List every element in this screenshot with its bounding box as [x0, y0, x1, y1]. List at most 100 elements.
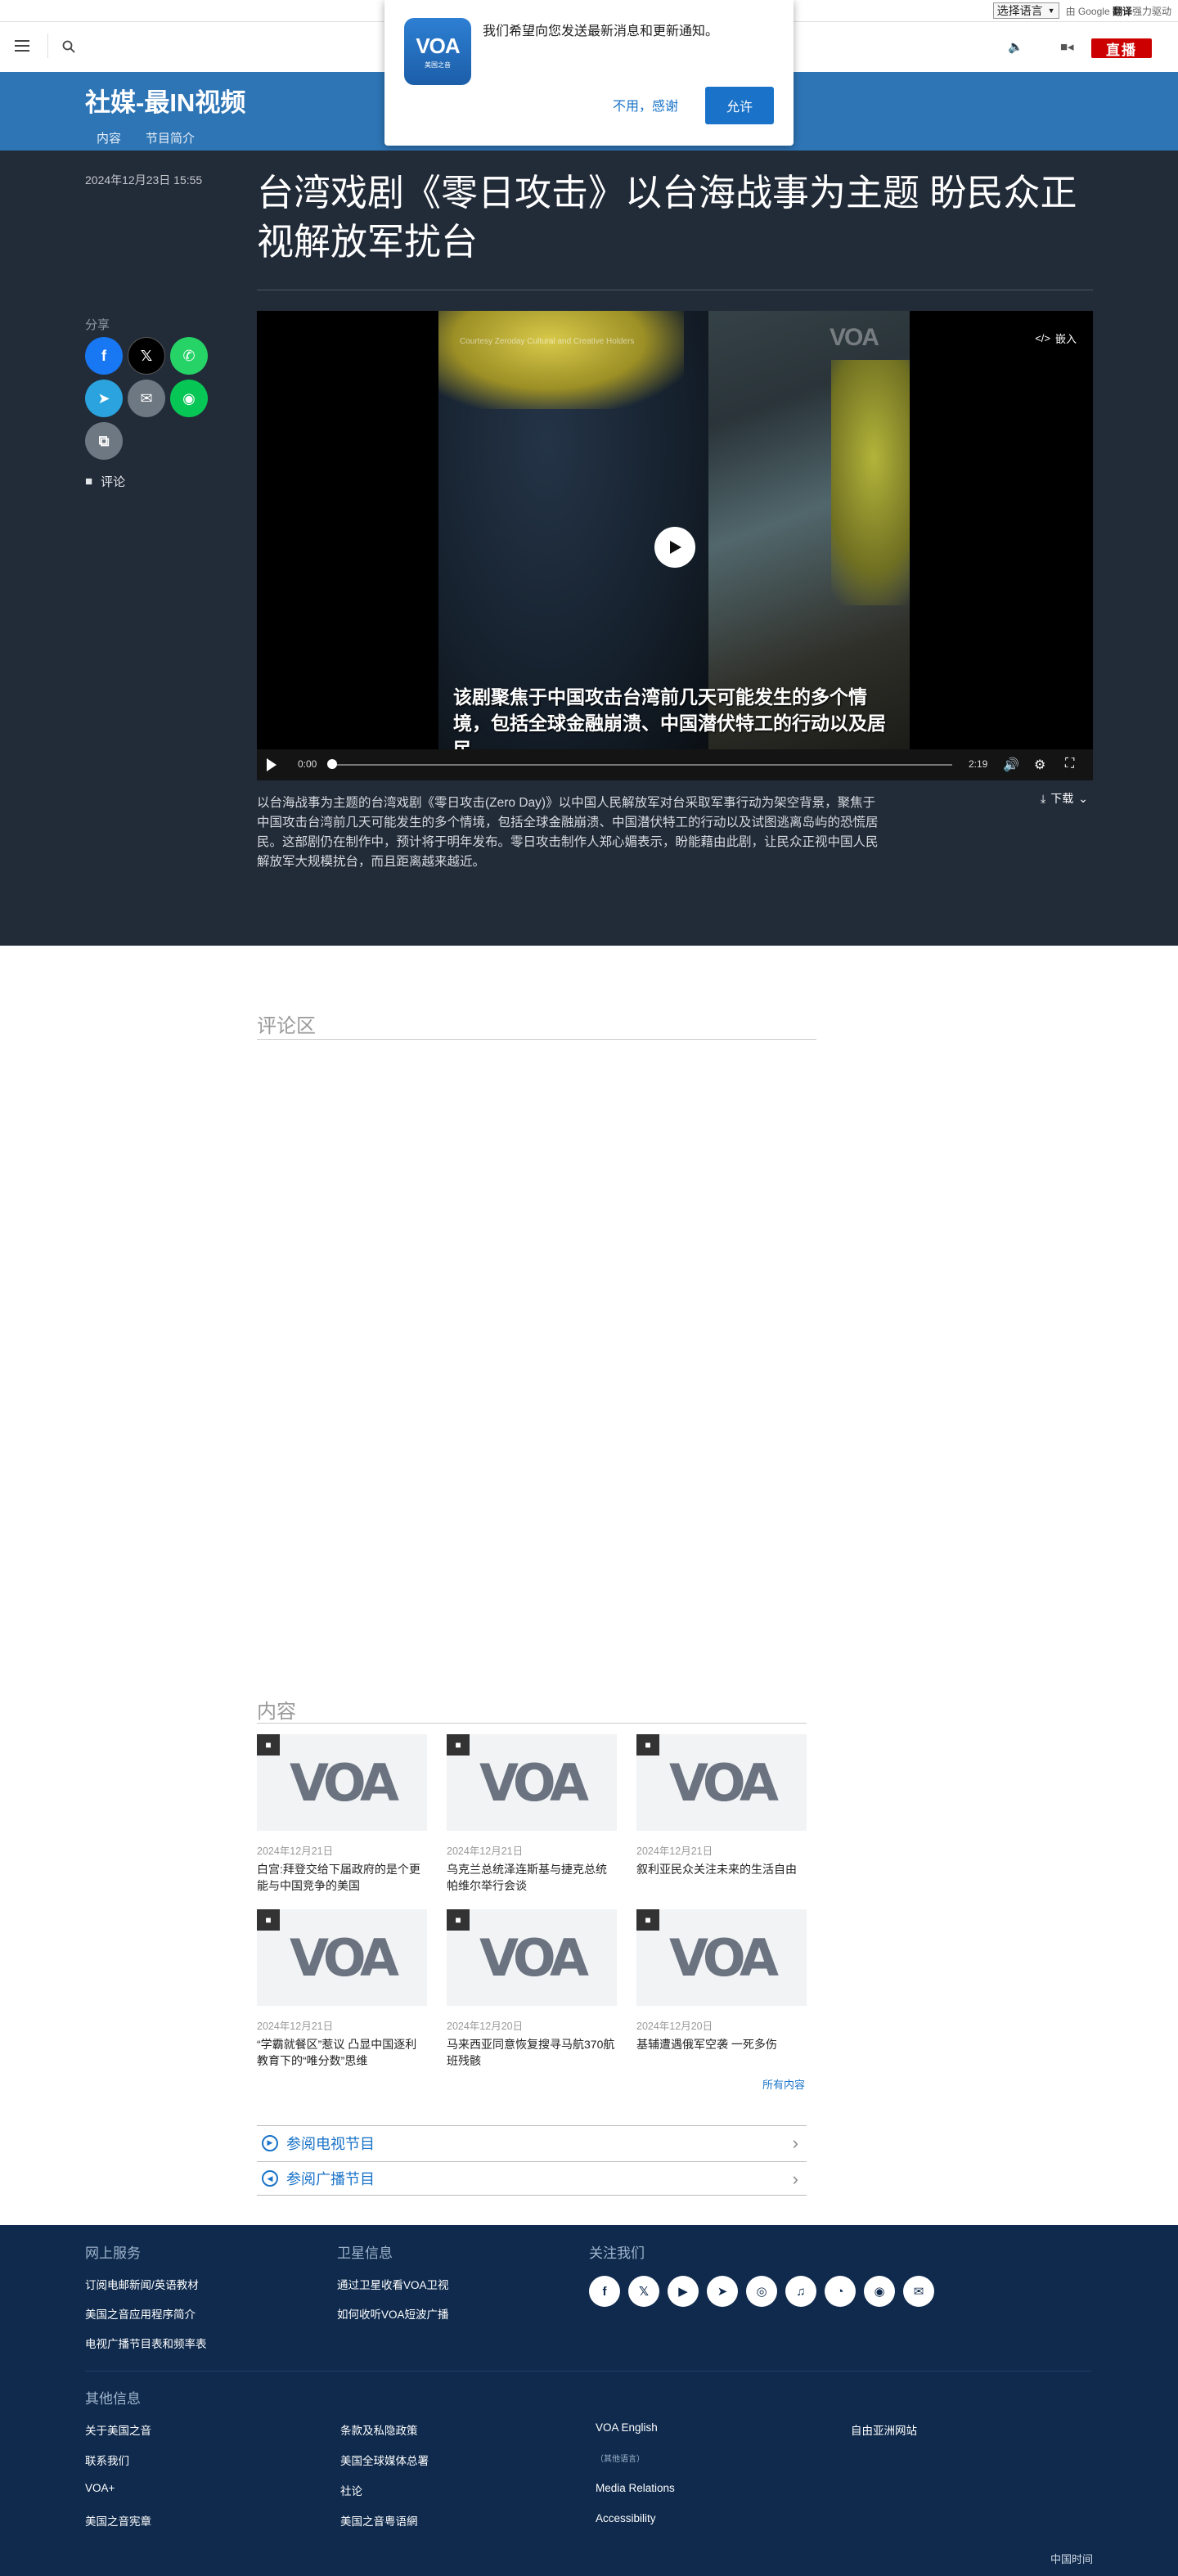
radio-schedule-link[interactable]: ◀ 参阅广播节目 ›: [257, 2161, 807, 2196]
x-icon[interactable]: 𝕏: [628, 2276, 659, 2307]
content-card[interactable]: ■ VOA 2024年12月20日 基辅遭遇俄军空袭 一死多伤: [636, 1909, 807, 2052]
video-camera-icon: ■: [257, 1734, 280, 1756]
podcast-icon[interactable]: ♫: [785, 2276, 816, 2307]
embed-button[interactable]: </> 嵌入: [1035, 330, 1077, 346]
chevron-right-icon: ›: [792, 2169, 798, 2189]
control-play-icon[interactable]: [267, 758, 277, 771]
card-title[interactable]: 马来西亚同意恢复搜寻马航370航班残骸: [447, 2036, 617, 2069]
card-thumbnail: ■ VOA: [257, 1734, 427, 1831]
download-button[interactable]: ⤓ 下载 ⌄: [1041, 790, 1088, 807]
footer-online-heading: 网上服务: [85, 2246, 141, 2261]
download-icon: ⤓: [1041, 791, 1046, 805]
language-select[interactable]: 选择语言 ▼: [992, 2, 1059, 19]
footer-link[interactable]: 电视广播节目表和频率表: [85, 2335, 207, 2351]
progress-handle[interactable]: [327, 759, 337, 769]
tab-program-intro[interactable]: 节目简介: [146, 129, 195, 146]
decline-button[interactable]: 不用，感谢: [602, 87, 689, 123]
content-card[interactable]: ■ VOA 2024年12月21日 叙利亚民众关注未来的生活自由: [636, 1734, 807, 1877]
google-translate-credit[interactable]: 由 Google 翻译强力驱动: [1066, 4, 1171, 18]
instagram-icon[interactable]: ◎: [746, 2276, 777, 2307]
chevron-down-icon: ⌄: [1078, 791, 1088, 805]
footer-link[interactable]: VOA+: [85, 2482, 115, 2494]
footer-link[interactable]: 自由亚洲网站: [851, 2421, 917, 2438]
code-icon: </>: [1035, 332, 1050, 344]
footer-link[interactable]: 美国之音粤语網: [340, 2512, 418, 2529]
footer-link[interactable]: Accessibility: [596, 2512, 656, 2524]
language-select-label: 选择语言: [996, 4, 1043, 17]
voa-logo: VOA: [669, 1752, 779, 1813]
card-title[interactable]: 基辅遭遇俄军空袭 一死多伤: [636, 2036, 807, 2052]
article-summary: 以台海战事为主题的台湾戏剧《零日攻击(Zero Day)》以中国人民解放军对台采…: [257, 796, 879, 869]
content-card[interactable]: ■ VOA 2024年12月21日 “学霸就餐区”惹议 凸显中国逐利教育下的“唯分…: [257, 1909, 427, 2069]
allow-button[interactable]: 允许: [705, 87, 774, 124]
footer-follow-heading: 关注我们: [589, 2246, 645, 2261]
audio-icon[interactable]: 🔈: [1008, 39, 1023, 54]
content-card[interactable]: ■ VOA 2024年12月20日 马来西亚同意恢复搜寻马航370航班残骸: [447, 1909, 617, 2069]
play-triangle-icon: [670, 541, 681, 554]
footer-satellite-heading: 卫星信息: [337, 2246, 393, 2261]
youtube-icon[interactable]: ▶: [668, 2276, 699, 2307]
tv-schedule-link[interactable]: ▶ 参阅电视节目 ›: [257, 2125, 807, 2160]
facebook-share-icon[interactable]: f: [85, 337, 123, 375]
card-thumbnail: ■ VOA: [636, 1909, 807, 2006]
card-title[interactable]: 白宫:拜登交给下届政府的是个更能与中国竞争的美国: [257, 1861, 427, 1894]
volume-icon[interactable]: 🔊: [1003, 757, 1019, 773]
line-share-icon[interactable]: ◉: [170, 380, 208, 417]
comment-link[interactable]: ■ 评论: [85, 473, 125, 490]
voa-logo-text: VOA: [416, 34, 460, 58]
video-camera-icon: ■: [447, 1909, 470, 1931]
content-card[interactable]: ■ VOA 2024年12月21日 白宫:拜登交给下届政府的是个更能与中国竞争的美…: [257, 1734, 427, 1894]
footer-link[interactable]: 条款及私隐政策: [340, 2421, 418, 2438]
card-thumbnail: ■ VOA: [447, 1734, 617, 1831]
hamburger-menu-icon[interactable]: [15, 40, 29, 52]
live-button[interactable]: 直播: [1091, 38, 1152, 58]
tab-content[interactable]: 内容: [97, 129, 121, 146]
facebook-icon[interactable]: f: [589, 2276, 620, 2307]
email-share-icon[interactable]: ✉: [128, 380, 165, 417]
play-icon[interactable]: [654, 527, 695, 568]
content-card[interactable]: ■ VOA 2024年12月21日 乌克兰总统泽连斯基与捷克总统帕维尔举行会谈: [447, 1734, 617, 1894]
telegram-share-icon[interactable]: ➤: [85, 380, 123, 417]
all-content-link[interactable]: 所有内容: [762, 2076, 805, 2092]
footer-link[interactable]: （其他语言）: [596, 2452, 645, 2464]
footer-link[interactable]: 如何收听VOA短波广播: [337, 2305, 449, 2322]
card-thumbnail: ■ VOA: [257, 1909, 427, 2006]
footer-link[interactable]: Media Relations: [596, 2482, 675, 2494]
email-icon[interactable]: ✉: [903, 2276, 934, 2307]
translate-word: 翻译: [1112, 5, 1132, 17]
powered-prefix: 由: [1065, 5, 1076, 17]
copy-link-icon[interactable]: ⧉: [85, 422, 123, 460]
footer-link[interactable]: 美国全球媒体总署: [340, 2452, 429, 2468]
footer-link[interactable]: 关于美国之音: [85, 2421, 151, 2438]
program-title[interactable]: 社媒-最IN视频: [85, 82, 245, 119]
x-share-icon[interactable]: 𝕏: [128, 337, 165, 375]
footer-link[interactable]: 美国之音应用程序简介: [85, 2305, 196, 2322]
footer-link[interactable]: 社论: [340, 2482, 362, 2498]
card-title[interactable]: 乌克兰总统泽连斯基与捷克总统帕维尔举行会谈: [447, 1861, 617, 1894]
progress-track[interactable]: [330, 764, 952, 766]
video-credit: Courtesy Zeroday Cultural and Creative H…: [460, 337, 635, 346]
video-camera-icon[interactable]: ■◂: [1060, 39, 1074, 54]
fullscreen-icon[interactable]: ⛶: [1065, 757, 1074, 771]
voa-logo: VOA: [479, 1927, 589, 1988]
search-icon[interactable]: [62, 40, 75, 53]
footer-link[interactable]: 美国之音宪章: [85, 2512, 151, 2529]
scene-hood: [438, 311, 684, 409]
whatsapp-share-icon[interactable]: ✆: [170, 337, 208, 375]
video-player[interactable]: Courtesy Zeroday Cultural and Creative H…: [257, 311, 1093, 780]
card-title[interactable]: 叙利亚民众关注未来的生活自由: [636, 1861, 807, 1877]
footer-link[interactable]: 联系我们: [85, 2452, 129, 2468]
voa-logo: VOA: [290, 1927, 399, 1988]
footer-link[interactable]: VOA English: [596, 2421, 658, 2434]
telegram-icon[interactable]: ➤: [707, 2276, 738, 2307]
notification-prompt: VOA 美国之音 我们希望向您发送最新消息和更新通知。 不用，感谢 允许: [384, 0, 794, 146]
rss-icon[interactable]: ◔: [825, 2276, 856, 2307]
card-date: 2024年12月20日: [636, 2021, 713, 2032]
settings-gear-icon[interactable]: ⚙: [1034, 757, 1045, 773]
footer: 网上服务 订阅电邮新闻/英语教材 美国之音应用程序简介 电视广播节目表和频率表 …: [0, 2225, 1178, 2576]
video-subtitle: 该剧聚焦于中国攻击台湾前几天可能发生的多个情境，包括全球金融崩溃、中国潜伏特工的…: [453, 686, 886, 749]
podcast2-icon[interactable]: ◉: [864, 2276, 895, 2307]
card-title[interactable]: “学霸就餐区”惹议 凸显中国逐利教育下的“唯分数”思维: [257, 2036, 427, 2069]
footer-link[interactable]: 通过卫星收看VOA卫视: [337, 2276, 449, 2292]
footer-link[interactable]: 订阅电邮新闻/英语教材: [85, 2276, 199, 2292]
